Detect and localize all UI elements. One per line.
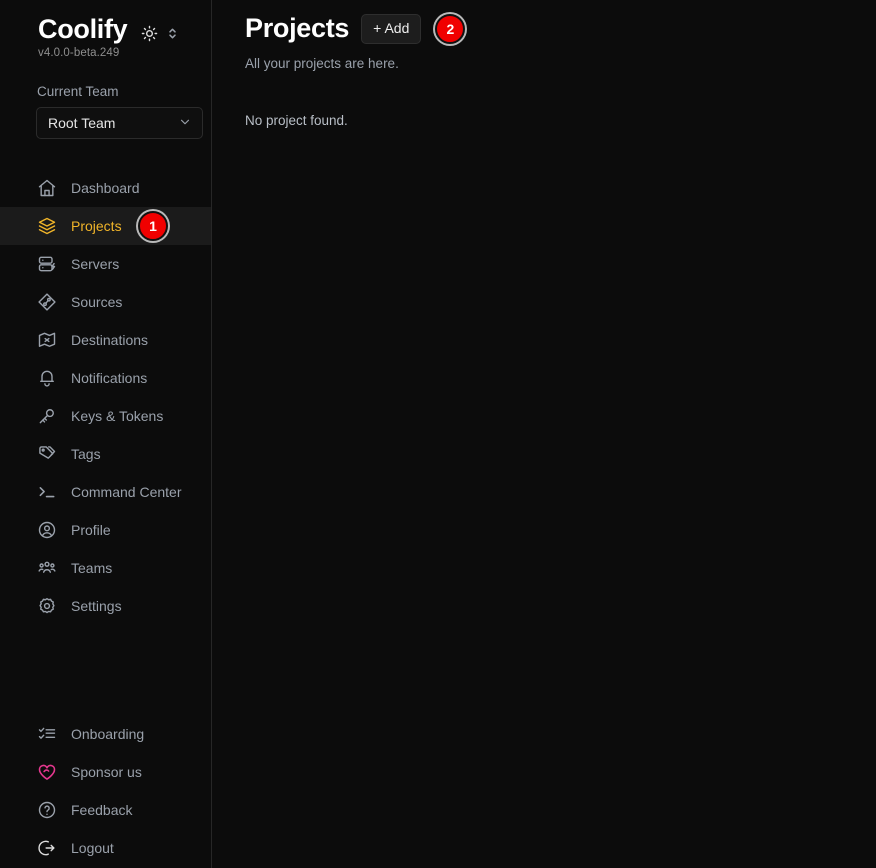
- app-root: Coolify v4.0.0-beta.249 Current Team Roo…: [0, 0, 876, 868]
- sidebar-item-label: Projects: [71, 218, 122, 234]
- sun-icon[interactable]: [141, 25, 158, 47]
- sidebar-item-sources[interactable]: Sources: [0, 283, 211, 321]
- sidebar-item-projects[interactable]: Projects 1: [0, 207, 211, 245]
- sidebar-item-label: Teams: [71, 560, 113, 576]
- empty-state-message: No project found.: [245, 113, 348, 128]
- sidebar-item-label: Settings: [71, 598, 122, 614]
- map-destination-icon: [37, 330, 57, 350]
- sidebar-item-label: Keys & Tokens: [71, 408, 164, 424]
- page-header: Projects + Add 2: [245, 13, 876, 44]
- sidebar-item-feedback[interactable]: Feedback: [0, 791, 211, 829]
- checklist-icon: [37, 724, 57, 744]
- sidebar-bottom-nav: Onboarding Sponsor us Feedback Logout: [0, 715, 211, 867]
- layers-icon: [37, 216, 57, 236]
- question-circle-icon: [37, 800, 57, 820]
- current-team-label: Current Team: [37, 84, 119, 99]
- sidebar-item-label: Notifications: [71, 370, 148, 386]
- gear-icon: [37, 596, 57, 616]
- sidebar-item-label: Profile: [71, 522, 111, 538]
- sidebar-item-destinations[interactable]: Destinations: [0, 321, 211, 359]
- sidebar-item-logout[interactable]: Logout: [0, 829, 211, 867]
- team-select-value: Root Team: [48, 115, 116, 131]
- sidebar-item-teams[interactable]: Teams: [0, 549, 211, 587]
- sidebar-item-label: Sponsor us: [71, 764, 142, 780]
- bell-icon: [37, 368, 57, 388]
- step-badge-1: 1: [138, 211, 168, 241]
- theme-tools: [141, 25, 178, 47]
- brand-row: Coolify v4.0.0-beta.249: [0, 0, 211, 59]
- page-title: Projects: [245, 13, 350, 43]
- sidebar-item-label: Onboarding: [71, 726, 145, 742]
- brand-block: Coolify v4.0.0-beta.249: [0, 14, 128, 59]
- sidebar-item-servers[interactable]: Servers: [0, 245, 211, 283]
- sidebar-item-label: Servers: [71, 256, 120, 272]
- logout-icon: [37, 838, 57, 858]
- add-project-button[interactable]: + Add: [361, 13, 422, 44]
- sidebar-item-notifications[interactable]: Notifications: [0, 359, 211, 397]
- chevron-down-icon: [178, 115, 192, 132]
- heart-icon: [37, 762, 57, 782]
- main-content: Projects + Add 2 All your projects are h…: [212, 0, 876, 868]
- sidebar-item-command-center[interactable]: Command Center: [0, 473, 211, 511]
- key-icon: [37, 406, 57, 426]
- git-source-icon: [37, 292, 57, 312]
- page-subtitle: All your projects are here.: [245, 56, 399, 71]
- team-select[interactable]: Root Team: [36, 107, 203, 139]
- sidebar-item-label: Command Center: [71, 484, 182, 500]
- terminal-icon: [37, 482, 57, 502]
- sidebar-item-tags[interactable]: Tags: [0, 435, 211, 473]
- user-circle-icon: [37, 520, 57, 540]
- app-version: v4.0.0-beta.249: [38, 47, 120, 59]
- sidebar-item-sponsor-us[interactable]: Sponsor us: [0, 753, 211, 791]
- sidebar-item-label: Dashboard: [71, 180, 140, 196]
- sidebar: Coolify v4.0.0-beta.249 Current Team Roo…: [0, 0, 212, 868]
- home-icon: [37, 178, 57, 198]
- sidebar-item-onboarding[interactable]: Onboarding: [0, 715, 211, 753]
- sidebar-item-label: Logout: [71, 840, 114, 856]
- tag-icon: [37, 444, 57, 464]
- step-badge-2: 2: [435, 13, 466, 44]
- sidebar-item-label: Destinations: [71, 332, 149, 348]
- server-icon: [37, 254, 57, 274]
- sidebar-nav: Dashboard Projects 1 Servers Sources Des…: [0, 169, 211, 625]
- sidebar-item-label: Sources: [71, 294, 123, 310]
- sidebar-item-dashboard[interactable]: Dashboard: [0, 169, 211, 207]
- sidebar-item-profile[interactable]: Profile: [0, 511, 211, 549]
- sidebar-item-label: Feedback: [71, 802, 133, 818]
- users-icon: [37, 558, 57, 578]
- sidebar-item-keys-tokens[interactable]: Keys & Tokens: [0, 397, 211, 435]
- sidebar-item-label: Tags: [71, 446, 101, 462]
- app-title: Coolify: [38, 14, 128, 44]
- chevron-up-down-icon[interactable]: [167, 26, 178, 46]
- sidebar-item-settings[interactable]: Settings: [0, 587, 211, 625]
